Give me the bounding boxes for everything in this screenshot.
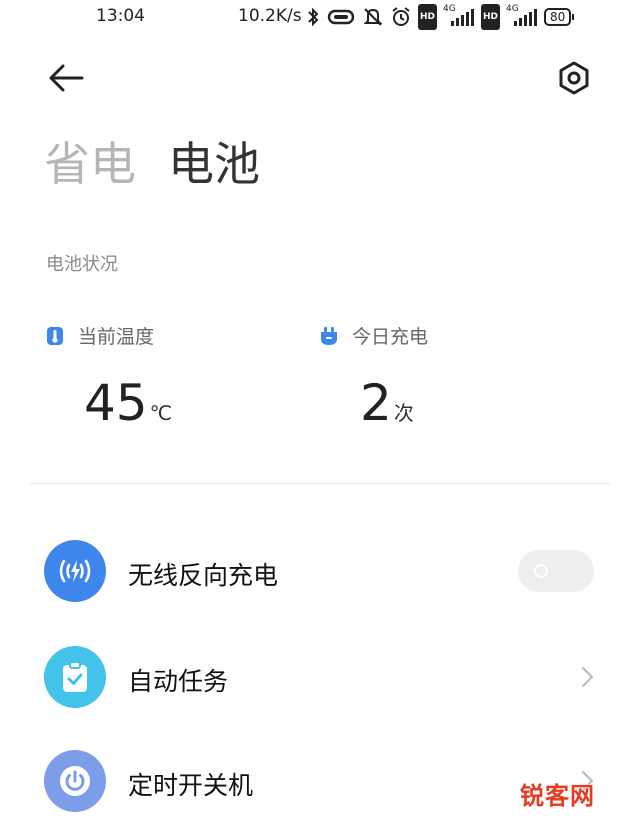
vibrate-icon: [326, 5, 356, 29]
thermometer-icon: [46, 326, 64, 346]
chevron-right-icon: [581, 666, 594, 688]
divider: [30, 483, 610, 484]
plug-icon: [320, 326, 338, 346]
clipboard-check-icon: [44, 646, 106, 708]
scheduled-power-label: 定时开关机: [128, 771, 254, 800]
tab-power-save[interactable]: 省电: [44, 128, 136, 194]
status-time: 13:04: [96, 6, 145, 26]
wireless-reverse-charging-row[interactable]: 无线反向充电: [0, 526, 640, 616]
status-bar: 13:04 10.2K/s HD 4G HD 4G 80: [0, 0, 640, 34]
alarm-icon: [390, 5, 412, 29]
temperature-value: 45: [84, 374, 148, 432]
toggle-knob: [534, 564, 548, 578]
network-speed: 10.2K/s: [238, 6, 302, 26]
hd-icon: HD: [418, 4, 438, 30]
temperature-stat: 当前温度 45 ℃: [46, 322, 172, 432]
hd-icon-2: HD: [481, 4, 501, 30]
charges-today-value: 2: [360, 374, 392, 432]
section-battery-status: 电池状况: [46, 254, 118, 275]
signal-icon: 4G: [443, 4, 475, 28]
mute-icon: [362, 5, 384, 29]
wireless-charging-icon: [44, 540, 106, 602]
temperature-unit: ℃: [149, 401, 173, 425]
battery-icon: 80: [544, 8, 575, 26]
charges-today-stat: 今日充电 2次: [320, 322, 429, 432]
auto-tasks-label: 自动任务: [128, 667, 229, 696]
power-icon: [44, 750, 106, 812]
watermark: 锐客网: [520, 782, 595, 811]
wireless-reverse-charging-label: 无线反向充电: [128, 561, 279, 590]
auto-tasks-row[interactable]: 自动任务: [0, 632, 640, 722]
arrow-left-icon: [49, 64, 84, 92]
back-button[interactable]: [46, 60, 86, 96]
tab-battery[interactable]: 电池: [168, 128, 260, 194]
wireless-reverse-charging-toggle[interactable]: [518, 550, 594, 592]
gear-icon: [559, 61, 589, 95]
signal-icon-2: 4G: [506, 4, 538, 28]
bluetooth-icon: [306, 5, 320, 29]
status-icons: HD 4G HD 4G 80: [306, 4, 575, 30]
temperature-label: 当前温度: [78, 326, 155, 348]
charges-today-unit: 次: [393, 401, 414, 425]
settings-button[interactable]: [554, 58, 594, 98]
charges-today-label: 今日充电: [352, 326, 429, 348]
